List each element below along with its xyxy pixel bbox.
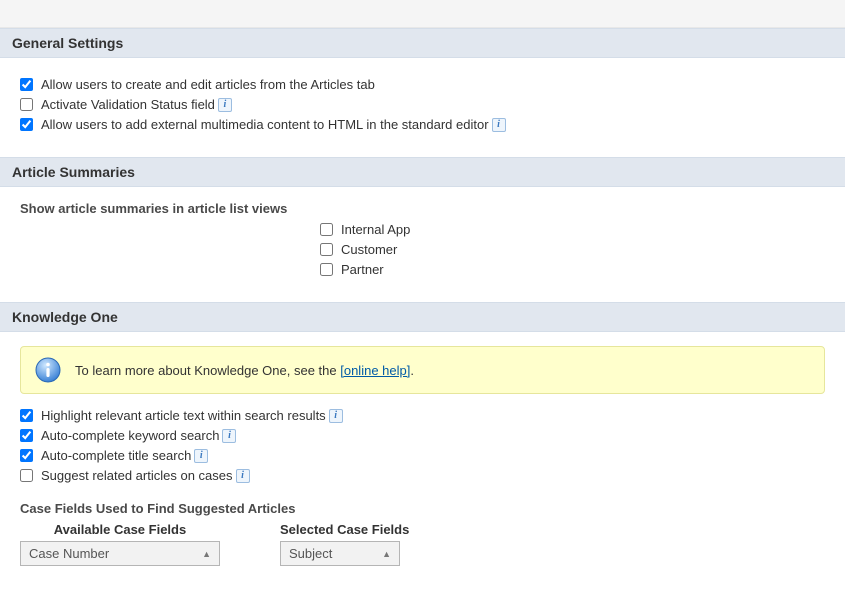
selected-column: Selected Case Fields Subject ▲ [280, 522, 409, 566]
section-body-knowledge-one: To learn more about Knowledge One, see t… [0, 332, 845, 566]
section-title-knowledge-one: Knowledge One [12, 309, 118, 325]
summaries-lead: Show article summaries in article list v… [20, 201, 825, 216]
online-help-link[interactable]: [online help] [340, 363, 410, 378]
section-header-summaries: Article Summaries [0, 157, 845, 187]
banner-text: To learn more about Knowledge One, see t… [75, 363, 414, 378]
row-suggest: Suggest related articles on cases i [20, 468, 825, 483]
available-title: Available Case Fields [20, 522, 220, 541]
checkbox-suggest[interactable] [20, 469, 33, 482]
help-icon[interactable]: i [194, 449, 208, 463]
help-icon[interactable]: i [329, 409, 343, 423]
label-highlight: Highlight relevant article text within s… [41, 408, 326, 423]
checkbox-partner[interactable] [320, 263, 333, 276]
section-header-knowledge-one: Knowledge One [0, 302, 845, 332]
row-ac-keyword: Auto-complete keyword search i [20, 428, 825, 443]
row-multimedia: Allow users to add external multimedia c… [20, 117, 825, 132]
label-allow-create-edit: Allow users to create and edit articles … [41, 77, 375, 92]
available-value: Case Number [29, 546, 109, 561]
label-validation-status: Activate Validation Status field [41, 97, 215, 112]
row-internal-app: Internal App [320, 222, 825, 237]
summaries-list: Internal App Customer Partner [320, 222, 825, 277]
sort-asc-icon: ▲ [202, 549, 211, 559]
available-listbox[interactable]: Case Number ▲ [20, 541, 220, 566]
label-partner: Partner [341, 262, 384, 277]
label-ac-title: Auto-complete title search [41, 448, 191, 463]
row-allow-create-edit: Allow users to create and edit articles … [20, 77, 825, 92]
info-banner: To learn more about Knowledge One, see t… [20, 346, 825, 394]
help-icon[interactable]: i [222, 429, 236, 443]
selected-value: Subject [289, 546, 332, 561]
checkbox-multimedia[interactable] [20, 118, 33, 131]
help-icon[interactable]: i [218, 98, 232, 112]
label-suggest: Suggest related articles on cases [41, 468, 233, 483]
label-customer: Customer [341, 242, 397, 257]
banner-suffix: . [410, 363, 414, 378]
label-ac-keyword: Auto-complete keyword search [41, 428, 219, 443]
help-icon[interactable]: i [492, 118, 506, 132]
info-icon [35, 357, 61, 383]
case-fields-heading: Case Fields Used to Find Suggested Artic… [20, 501, 825, 516]
banner-prefix: To learn more about Knowledge One, see t… [75, 363, 340, 378]
row-validation-status: Activate Validation Status field i [20, 97, 825, 112]
help-icon[interactable]: i [236, 469, 250, 483]
label-multimedia: Allow users to add external multimedia c… [41, 117, 489, 132]
row-highlight: Highlight relevant article text within s… [20, 408, 825, 423]
checkbox-validation-status[interactable] [20, 98, 33, 111]
checkbox-highlight[interactable] [20, 409, 33, 422]
row-ac-title: Auto-complete title search i [20, 448, 825, 463]
section-title-summaries: Article Summaries [12, 164, 135, 180]
selected-title: Selected Case Fields [280, 522, 409, 541]
section-header-general: General Settings [0, 28, 845, 58]
checkbox-internal-app[interactable] [320, 223, 333, 236]
checkbox-customer[interactable] [320, 243, 333, 256]
section-body-general: Allow users to create and edit articles … [0, 58, 845, 157]
checkbox-allow-create-edit[interactable] [20, 78, 33, 91]
row-customer: Customer [320, 242, 825, 257]
row-partner: Partner [320, 262, 825, 277]
checkbox-ac-keyword[interactable] [20, 429, 33, 442]
section-title-general: General Settings [12, 35, 123, 51]
sort-asc-icon: ▲ [382, 549, 391, 559]
available-column: Available Case Fields Case Number ▲ [20, 522, 220, 566]
top-gap [0, 0, 845, 28]
case-fields-columns: Available Case Fields Case Number ▲ Sele… [20, 522, 825, 566]
label-internal-app: Internal App [341, 222, 410, 237]
section-body-summaries: Show article summaries in article list v… [0, 187, 845, 302]
checkbox-ac-title[interactable] [20, 449, 33, 462]
selected-listbox[interactable]: Subject ▲ [280, 541, 400, 566]
